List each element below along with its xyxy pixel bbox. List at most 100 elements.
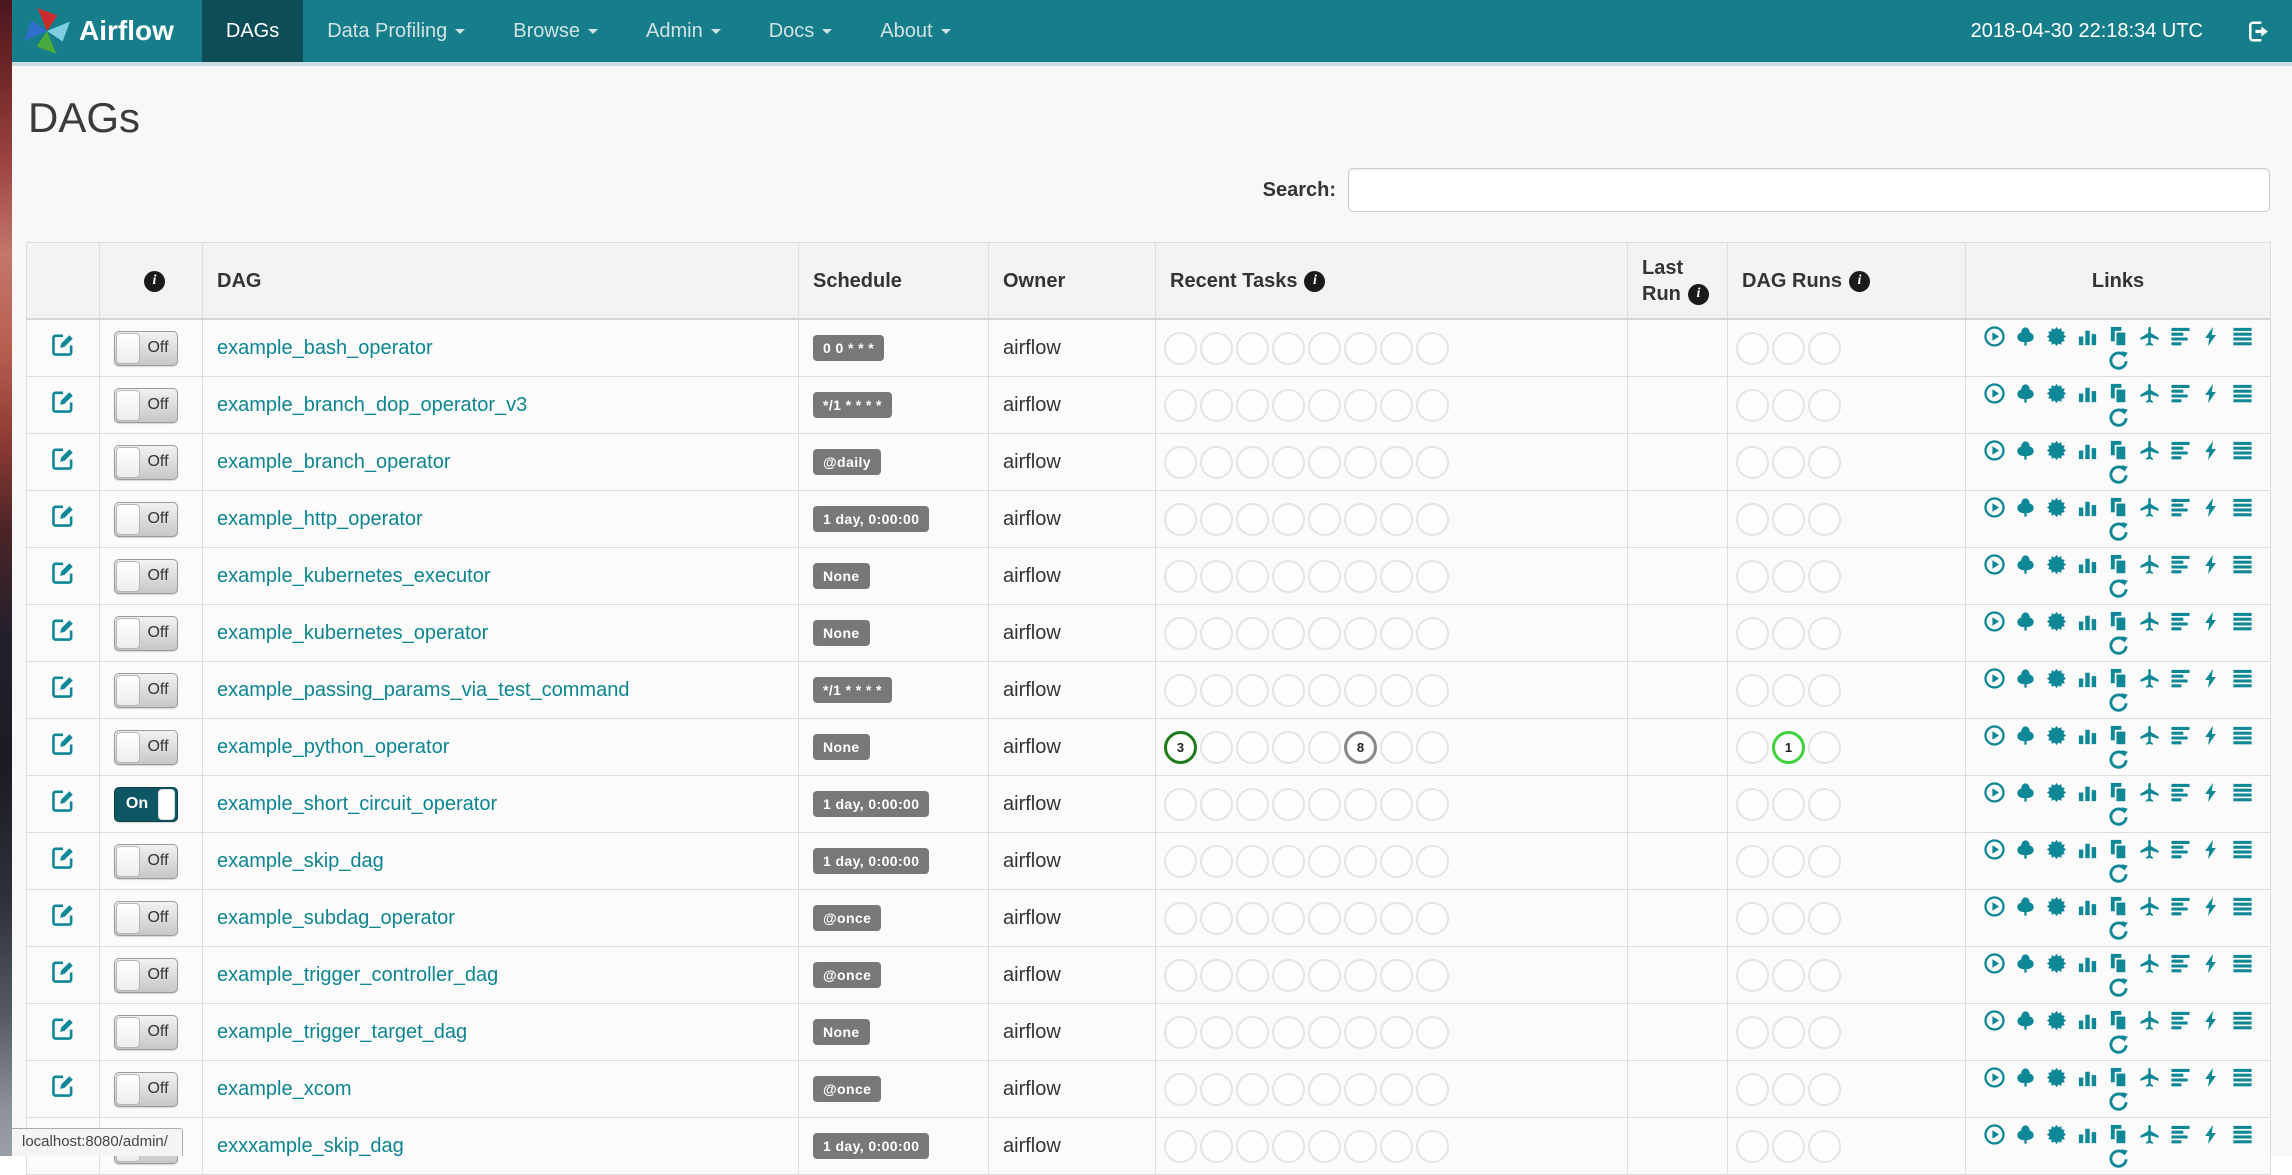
recent-task-state-circle[interactable] bbox=[1272, 559, 1305, 593]
link-trigger-dag[interactable] bbox=[1983, 838, 2006, 861]
link-task-duration[interactable] bbox=[2076, 553, 2099, 576]
recent-task-state-circle[interactable] bbox=[1344, 559, 1377, 593]
recent-task-state-circle[interactable] bbox=[1164, 502, 1197, 536]
recent-task-state-circle[interactable] bbox=[1380, 388, 1413, 422]
link-code-view[interactable] bbox=[2200, 439, 2223, 462]
link-tree-view[interactable] bbox=[2014, 781, 2037, 804]
dag-run-state-circle[interactable] bbox=[1736, 844, 1769, 878]
recent-task-state-circle[interactable] bbox=[1308, 388, 1341, 422]
recent-task-state-circle[interactable] bbox=[1416, 445, 1449, 479]
dag-run-state-circle[interactable] bbox=[1808, 559, 1841, 593]
edit-dag-button[interactable] bbox=[50, 674, 76, 700]
recent-task-state-circle[interactable] bbox=[1344, 844, 1377, 878]
recent-task-state-circle[interactable] bbox=[1164, 559, 1197, 593]
dag-run-state-circle[interactable] bbox=[1736, 958, 1769, 992]
recent-task-state-circle[interactable] bbox=[1200, 1072, 1233, 1106]
link-refresh[interactable] bbox=[2107, 520, 2130, 543]
link-task-tries[interactable] bbox=[2107, 838, 2130, 861]
link-trigger-dag[interactable] bbox=[1983, 1123, 2006, 1146]
recent-task-state-circle[interactable] bbox=[1344, 388, 1377, 422]
schedule-badge[interactable]: 0 0 * * * bbox=[813, 335, 885, 362]
link-task-tries[interactable] bbox=[2107, 667, 2130, 690]
link-task-duration[interactable] bbox=[2076, 895, 2099, 918]
dag-run-state-circle[interactable] bbox=[1772, 1072, 1805, 1106]
dag-run-state-circle[interactable] bbox=[1736, 445, 1769, 479]
link-graph-view[interactable] bbox=[2045, 781, 2068, 804]
dag-run-state-circle[interactable] bbox=[1772, 673, 1805, 707]
recent-task-state-circle[interactable] bbox=[1380, 844, 1413, 878]
link-dag-details[interactable] bbox=[2231, 838, 2254, 861]
link-refresh[interactable] bbox=[2107, 1147, 2130, 1170]
dag-run-state-circle[interactable] bbox=[1772, 787, 1805, 821]
link-task-tries[interactable] bbox=[2107, 496, 2130, 519]
recent-task-state-circle[interactable] bbox=[1272, 901, 1305, 935]
link-landing-times[interactable] bbox=[2138, 838, 2161, 861]
edit-dag-button[interactable] bbox=[50, 389, 76, 415]
recent-task-state-circle[interactable] bbox=[1236, 616, 1269, 650]
recent-task-state-circle[interactable] bbox=[1236, 844, 1269, 878]
link-trigger-dag[interactable] bbox=[1983, 667, 2006, 690]
link-landing-times[interactable] bbox=[2138, 1066, 2161, 1089]
link-dag-details[interactable] bbox=[2231, 1066, 2254, 1089]
link-dag-details[interactable] bbox=[2231, 724, 2254, 747]
recent-task-state-circle[interactable] bbox=[1164, 616, 1197, 650]
dag-pause-toggle[interactable]: Off bbox=[114, 672, 178, 708]
schedule-badge[interactable]: @once bbox=[813, 962, 882, 989]
link-graph-view[interactable] bbox=[2045, 895, 2068, 918]
dag-link[interactable]: example_skip_dag bbox=[217, 850, 384, 872]
link-refresh[interactable] bbox=[2107, 1090, 2130, 1113]
link-gantt-view[interactable] bbox=[2169, 325, 2192, 348]
recent-task-state-circle[interactable] bbox=[1236, 787, 1269, 821]
recent-task-state-circle[interactable] bbox=[1308, 445, 1341, 479]
recent-task-state-circle[interactable] bbox=[1200, 844, 1233, 878]
link-gantt-view[interactable] bbox=[2169, 1009, 2192, 1032]
recent-task-state-circle[interactable] bbox=[1308, 730, 1341, 764]
link-task-tries[interactable] bbox=[2107, 610, 2130, 633]
recent-task-state-circle[interactable] bbox=[1236, 1129, 1269, 1163]
recent-task-state-circle[interactable] bbox=[1416, 730, 1449, 764]
link-graph-view[interactable] bbox=[2045, 1009, 2068, 1032]
dag-run-state-circle[interactable] bbox=[1808, 445, 1841, 479]
recent-task-state-circle[interactable] bbox=[1164, 388, 1197, 422]
recent-task-state-circle[interactable] bbox=[1272, 1015, 1305, 1049]
link-gantt-view[interactable] bbox=[2169, 667, 2192, 690]
link-gantt-view[interactable] bbox=[2169, 838, 2192, 861]
dag-run-state-circle[interactable] bbox=[1808, 502, 1841, 536]
dag-run-state-circle[interactable] bbox=[1736, 787, 1769, 821]
link-graph-view[interactable] bbox=[2045, 667, 2068, 690]
link-trigger-dag[interactable] bbox=[1983, 325, 2006, 348]
dag-run-state-circle[interactable] bbox=[1808, 616, 1841, 650]
edit-dag-button[interactable] bbox=[50, 446, 76, 472]
link-landing-times[interactable] bbox=[2138, 895, 2161, 918]
recent-task-state-circle[interactable] bbox=[1164, 1129, 1197, 1163]
recent-task-state-circle[interactable] bbox=[1416, 787, 1449, 821]
link-trigger-dag[interactable] bbox=[1983, 781, 2006, 804]
link-dag-details[interactable] bbox=[2231, 781, 2254, 804]
recent-task-state-circle[interactable] bbox=[1380, 502, 1413, 536]
dag-run-state-circle[interactable] bbox=[1736, 730, 1769, 764]
recent-task-state-circle[interactable] bbox=[1200, 673, 1233, 707]
recent-task-state-circle[interactable] bbox=[1416, 673, 1449, 707]
dag-link[interactable]: example_branch_operator bbox=[217, 451, 451, 473]
recent-task-state-circle[interactable] bbox=[1380, 1129, 1413, 1163]
edit-dag-button[interactable] bbox=[50, 332, 76, 358]
link-code-view[interactable] bbox=[2200, 1066, 2223, 1089]
link-dag-details[interactable] bbox=[2231, 439, 2254, 462]
nav-link-dags[interactable]: DAGs bbox=[201, 0, 304, 62]
recent-task-state-circle[interactable] bbox=[1236, 559, 1269, 593]
link-dag-details[interactable] bbox=[2231, 667, 2254, 690]
link-dag-details[interactable] bbox=[2231, 895, 2254, 918]
schedule-badge[interactable]: @once bbox=[813, 905, 882, 932]
recent-task-state-circle-success[interactable]: 3 bbox=[1164, 730, 1197, 764]
dag-run-state-circle[interactable] bbox=[1808, 844, 1841, 878]
schedule-badge[interactable]: @once bbox=[813, 1076, 882, 1103]
link-refresh[interactable] bbox=[2107, 1033, 2130, 1056]
recent-task-state-circle[interactable] bbox=[1380, 559, 1413, 593]
link-task-duration[interactable] bbox=[2076, 439, 2099, 462]
link-tree-view[interactable] bbox=[2014, 553, 2037, 576]
dag-pause-toggle[interactable]: Off bbox=[114, 444, 178, 480]
link-gantt-view[interactable] bbox=[2169, 382, 2192, 405]
dag-run-state-circle[interactable] bbox=[1736, 559, 1769, 593]
link-task-tries[interactable] bbox=[2107, 325, 2130, 348]
recent-task-state-circle[interactable] bbox=[1416, 958, 1449, 992]
